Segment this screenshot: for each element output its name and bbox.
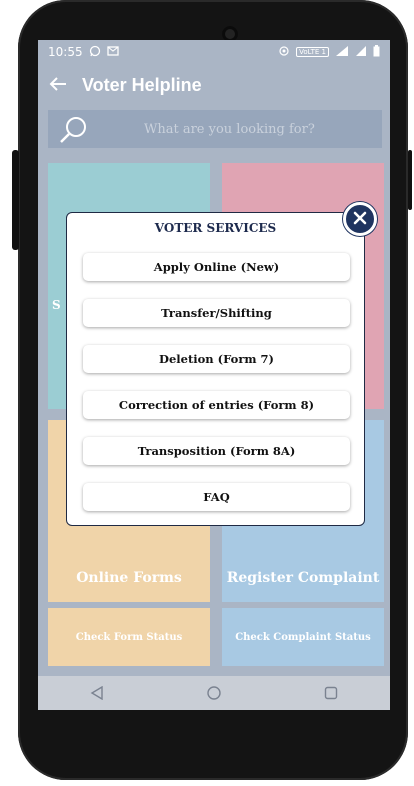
close-icon: [353, 210, 367, 229]
tile-check-complaint-status-label: Check Complaint Status: [235, 631, 371, 643]
faq-button[interactable]: FAQ: [83, 483, 350, 511]
phone-side-button: [12, 150, 19, 250]
transfer-shifting-button[interactable]: Transfer/Shifting: [83, 299, 350, 327]
triangle-back-icon[interactable]: [72, 686, 122, 700]
app-screen: 10:55 VoLTE 1 Voter Helpline What are yo…: [38, 40, 390, 710]
circle-home-icon[interactable]: [189, 686, 239, 700]
tile-voter-services-label-peek: S: [52, 298, 61, 312]
apply-online-button[interactable]: Apply Online (New): [83, 253, 350, 281]
close-dialog-button[interactable]: [343, 202, 377, 236]
correction-form8-button[interactable]: Correction of entries (Form 8): [83, 391, 350, 419]
voter-services-dialog: VOTER SERVICES Apply Online (New) Transf…: [66, 212, 365, 526]
tile-check-form-status[interactable]: Check Form Status: [48, 608, 210, 666]
tile-register-complaint-label: Register Complaint: [226, 570, 380, 586]
square-recent-icon[interactable]: [306, 686, 356, 700]
tile-check-complaint-status[interactable]: Check Complaint Status: [222, 608, 384, 666]
transposition-form8a-button[interactable]: Transposition (Form 8A): [83, 437, 350, 465]
deletion-form7-button[interactable]: Deletion (Form 7): [83, 345, 350, 373]
tile-online-forms-label: Online Forms: [76, 570, 182, 586]
android-nav-bar: [38, 676, 390, 710]
tile-check-form-status-label: Check Form Status: [75, 631, 183, 643]
phone-volume-button: [408, 150, 412, 210]
dialog-title: VOTER SERVICES: [154, 221, 277, 235]
